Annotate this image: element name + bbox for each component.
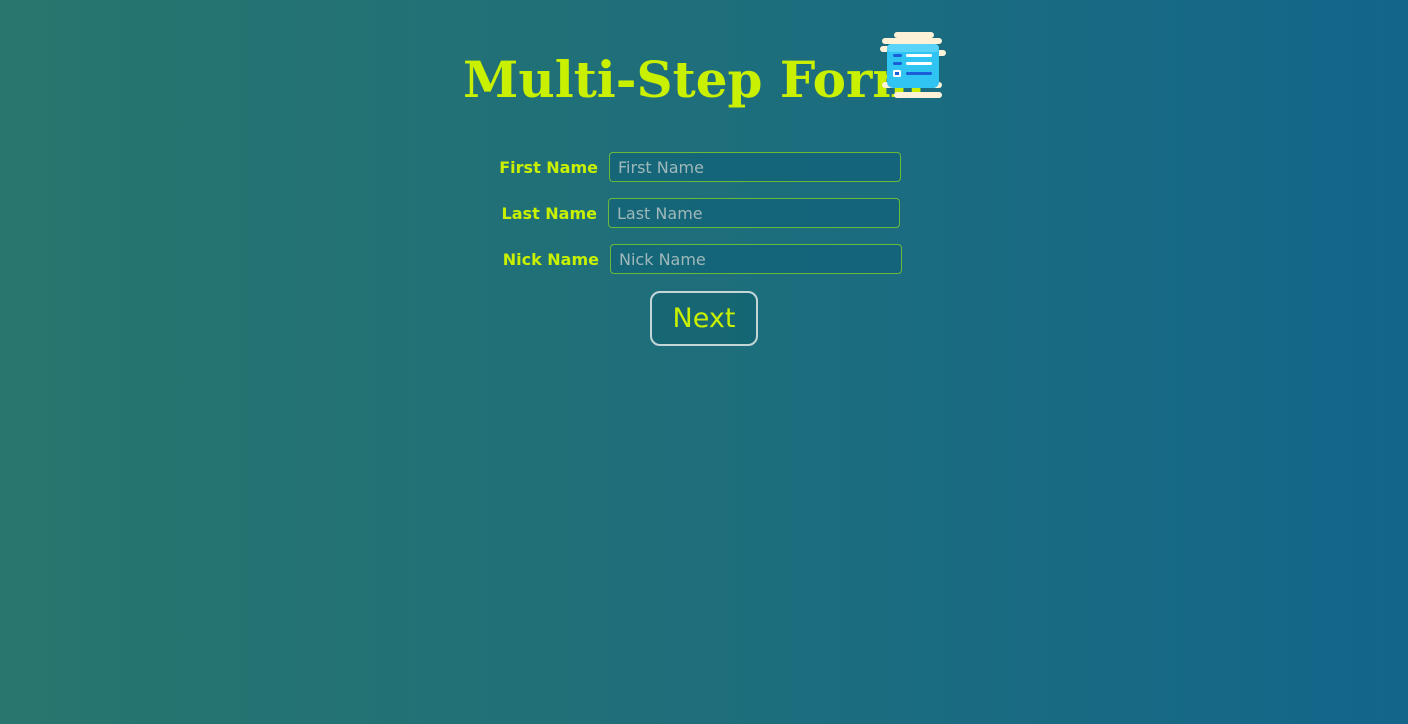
next-button[interactable]: Next [650,291,758,346]
nick-name-label: Nick Name [502,250,599,269]
page-header: Multi-Step Form [0,30,1408,110]
first-name-label: First Name [499,158,598,177]
nick-name-input[interactable] [610,244,902,274]
last-name-label: Last Name [501,204,597,223]
page-title: Multi-Step Form [463,50,926,109]
first-name-input[interactable] [609,152,901,182]
form-document-icon [880,32,946,100]
last-name-input[interactable] [608,198,900,228]
